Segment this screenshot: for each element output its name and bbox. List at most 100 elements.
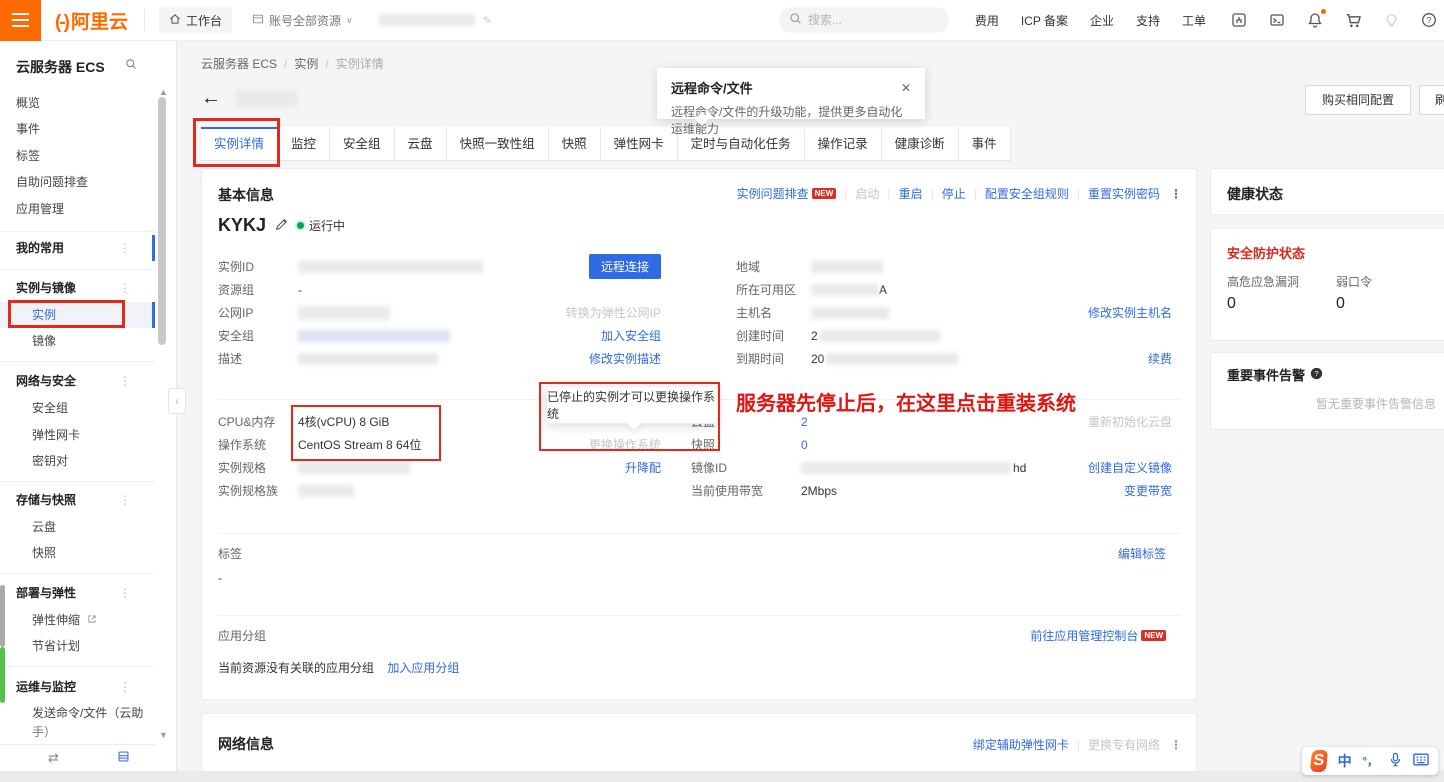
topbar-link-billing[interactable]: 费用 xyxy=(975,12,999,29)
breadcrumb-instances[interactable]: 实例 xyxy=(294,57,318,71)
sidebar-group-instances-images[interactable]: 实例与镜像 ⋮ xyxy=(0,275,155,301)
sidebar-item-eni[interactable]: 弹性网卡 xyxy=(0,422,155,448)
scroll-down-icon[interactable]: ▼ xyxy=(159,730,168,740)
sidebar-scrollbar[interactable] xyxy=(158,97,166,345)
change-bandwidth-link[interactable]: 变更带宽 xyxy=(1124,482,1172,499)
snapshot-count-link[interactable]: 0 xyxy=(801,438,808,452)
reinit-disk-link[interactable]: 重新初始化云盘 xyxy=(1088,413,1172,430)
sidebar-item-auto-scaling[interactable]: 弹性伸缩 xyxy=(0,607,155,633)
topbar-link-tickets[interactable]: 工单 xyxy=(1182,12,1206,29)
search-input[interactable] xyxy=(808,13,928,27)
change-os-link[interactable]: 更换操作系统 xyxy=(589,436,661,453)
lightbulb-icon[interactable] xyxy=(1382,11,1400,29)
remote-connect-button[interactable]: 远程连接 xyxy=(589,254,661,279)
more-icon[interactable]: ⋮ xyxy=(119,580,131,606)
more-icon[interactable]: ⋮ xyxy=(119,368,131,394)
tab-instance-detail[interactable]: 实例详情 xyxy=(201,127,278,160)
sidebar-search-icon[interactable] xyxy=(125,58,137,73)
sidebar-item-self-troubleshoot[interactable]: 自助问题排查 xyxy=(0,169,155,195)
hamburger-menu-button[interactable] xyxy=(0,0,41,41)
edit-tags-link[interactable]: 编辑标签 xyxy=(1118,545,1166,562)
sidebar-item-app-management[interactable]: 应用管理 xyxy=(0,196,155,222)
upgrade-downgrade-link[interactable]: 升降配 xyxy=(625,459,661,476)
tab-disks[interactable]: 云盘 xyxy=(395,127,447,160)
sidebar-item-cloud-assistant[interactable]: 发送命令/文件（云助 xyxy=(0,700,155,726)
configure-sg-rules-link[interactable]: 配置安全组规则 xyxy=(985,185,1069,202)
change-vpc-link[interactable]: 更换专有网络 xyxy=(1088,736,1160,753)
breadcrumb-ecs[interactable]: 云服务器 ECS xyxy=(201,57,277,71)
tab-eni[interactable]: 弹性网卡 xyxy=(601,127,678,160)
edit-pencil-icon[interactable]: ✎ xyxy=(483,14,492,27)
sidebar-item-images[interactable]: 镜像 xyxy=(0,328,155,354)
account-scope-dropdown[interactable]: 账号全部资源 ∨ xyxy=(252,12,353,29)
vuln-value[interactable]: 0 xyxy=(1227,295,1236,313)
cloud-shell-icon[interactable] xyxy=(1268,11,1286,29)
question-icon[interactable]: ? xyxy=(1310,367,1323,383)
join-app-group-link[interactable]: 加入应用分组 xyxy=(387,661,459,675)
sogou-logo[interactable]: S xyxy=(1310,750,1328,772)
ime-toolbar[interactable]: S 中 °， xyxy=(1302,747,1438,775)
sidebar-collapse-handle[interactable]: ‹ xyxy=(168,388,186,414)
sidebar-item-savings-plan[interactable]: 节省计划 xyxy=(0,633,155,659)
tab-security-groups[interactable]: 安全组 xyxy=(330,127,395,160)
modify-hostname-link[interactable]: 修改实例主机名 xyxy=(1088,304,1172,321)
ime-mode-chinese[interactable]: 中 xyxy=(1338,751,1352,771)
join-security-group-link[interactable]: 加入安全组 xyxy=(601,327,661,344)
sidebar-item-events[interactable]: 事件 xyxy=(0,116,155,142)
scroll-up-icon[interactable]: ▲ xyxy=(159,87,168,97)
disk-count-link[interactable]: 2 xyxy=(801,415,808,429)
sidebar-item-keypairs[interactable]: 密钥对 xyxy=(0,448,155,474)
sidebar-item-security-groups[interactable]: 安全组 xyxy=(0,395,155,421)
refresh-button[interactable]: 刷新 xyxy=(1419,85,1444,115)
cart-icon[interactable] xyxy=(1344,11,1362,29)
more-icon[interactable]: ⋮ xyxy=(119,235,131,261)
panel-toggle-icon[interactable] xyxy=(117,750,130,766)
renew-link[interactable]: 续费 xyxy=(1148,350,1172,367)
more-icon[interactable]: ⋮ xyxy=(119,275,131,301)
keyboard-icon[interactable] xyxy=(1413,753,1429,769)
help-icon[interactable]: ? xyxy=(1420,11,1438,29)
bind-secondary-eni-link[interactable]: 绑定辅助弹性网卡 xyxy=(973,736,1069,753)
ime-punctuation-toggle[interactable]: °， xyxy=(1363,753,1378,769)
sidebar-group-ops-monitoring[interactable]: 运维与监控 ⋮ xyxy=(0,674,155,700)
sidebar-group-deploy-elasticity[interactable]: 部署与弹性 ⋮ xyxy=(0,580,155,606)
start-link[interactable]: 启动 xyxy=(855,185,879,202)
sidebar-group-favorites[interactable]: 我的常用 ⋮ xyxy=(0,235,155,261)
swap-arrows-icon[interactable]: ⇄ xyxy=(48,750,59,766)
tab-events[interactable]: 事件 xyxy=(959,127,1011,160)
more-icon[interactable]: ⋮ xyxy=(119,674,131,700)
sidebar-item-disks[interactable]: 云盘 xyxy=(0,514,155,540)
topbar-link-enterprise[interactable]: 企业 xyxy=(1090,12,1114,29)
more-actions-icon[interactable]: ⋮ xyxy=(1170,738,1182,752)
back-arrow-icon[interactable]: ← xyxy=(201,88,221,108)
sidebar-group-network-security[interactable]: 网络与安全 ⋮ xyxy=(0,368,155,394)
sidebar-item-snapshots[interactable]: 快照 xyxy=(0,540,155,566)
weak-password-value[interactable]: 0 xyxy=(1336,295,1345,313)
global-search[interactable] xyxy=(779,7,949,33)
stop-link[interactable]: 停止 xyxy=(942,185,966,202)
edge-scroll-thumb[interactable] xyxy=(0,647,5,703)
sidebar-item-overview[interactable]: 概览 xyxy=(0,90,155,116)
tab-snapshot-consistency-groups[interactable]: 快照一致性组 xyxy=(447,127,549,160)
tab-monitoring[interactable]: 监控 xyxy=(278,127,330,160)
edit-name-pencil-icon[interactable] xyxy=(275,218,288,234)
topbar-link-icp[interactable]: ICP 备案 xyxy=(1021,12,1068,29)
app-switcher-icon[interactable] xyxy=(1230,11,1248,29)
restart-link[interactable]: 重启 xyxy=(899,185,923,202)
workbench-button[interactable]: 工作台 xyxy=(159,7,232,33)
reset-password-link[interactable]: 重置实例密码 xyxy=(1088,185,1160,202)
buy-same-config-button[interactable]: 购买相同配置 xyxy=(1305,85,1411,115)
tab-snapshots[interactable]: 快照 xyxy=(549,127,601,160)
goto-app-console-link[interactable]: 前往应用管理控制台NEW xyxy=(1030,627,1166,644)
sidebar-item-cloud-assistant-cut[interactable]: 手） xyxy=(0,726,155,739)
close-icon[interactable]: ✕ xyxy=(901,81,911,95)
aliyun-logo[interactable]: (-) 阿里云 xyxy=(55,7,128,34)
convert-to-eip-link[interactable]: 转换为弹性公网IP xyxy=(566,304,661,321)
topbar-link-support[interactable]: 支持 xyxy=(1136,12,1160,29)
microphone-icon[interactable] xyxy=(1389,752,1402,770)
create-custom-image-link[interactable]: 创建自定义镜像 xyxy=(1088,459,1172,476)
troubleshoot-link[interactable]: 实例问题排查NEW xyxy=(737,185,837,202)
sidebar-group-storage-snapshots[interactable]: 存储与快照 ⋮ xyxy=(0,487,155,513)
sidebar-item-tags[interactable]: 标签 xyxy=(0,143,155,169)
sidebar-item-instances[interactable]: 实例 xyxy=(0,302,155,328)
